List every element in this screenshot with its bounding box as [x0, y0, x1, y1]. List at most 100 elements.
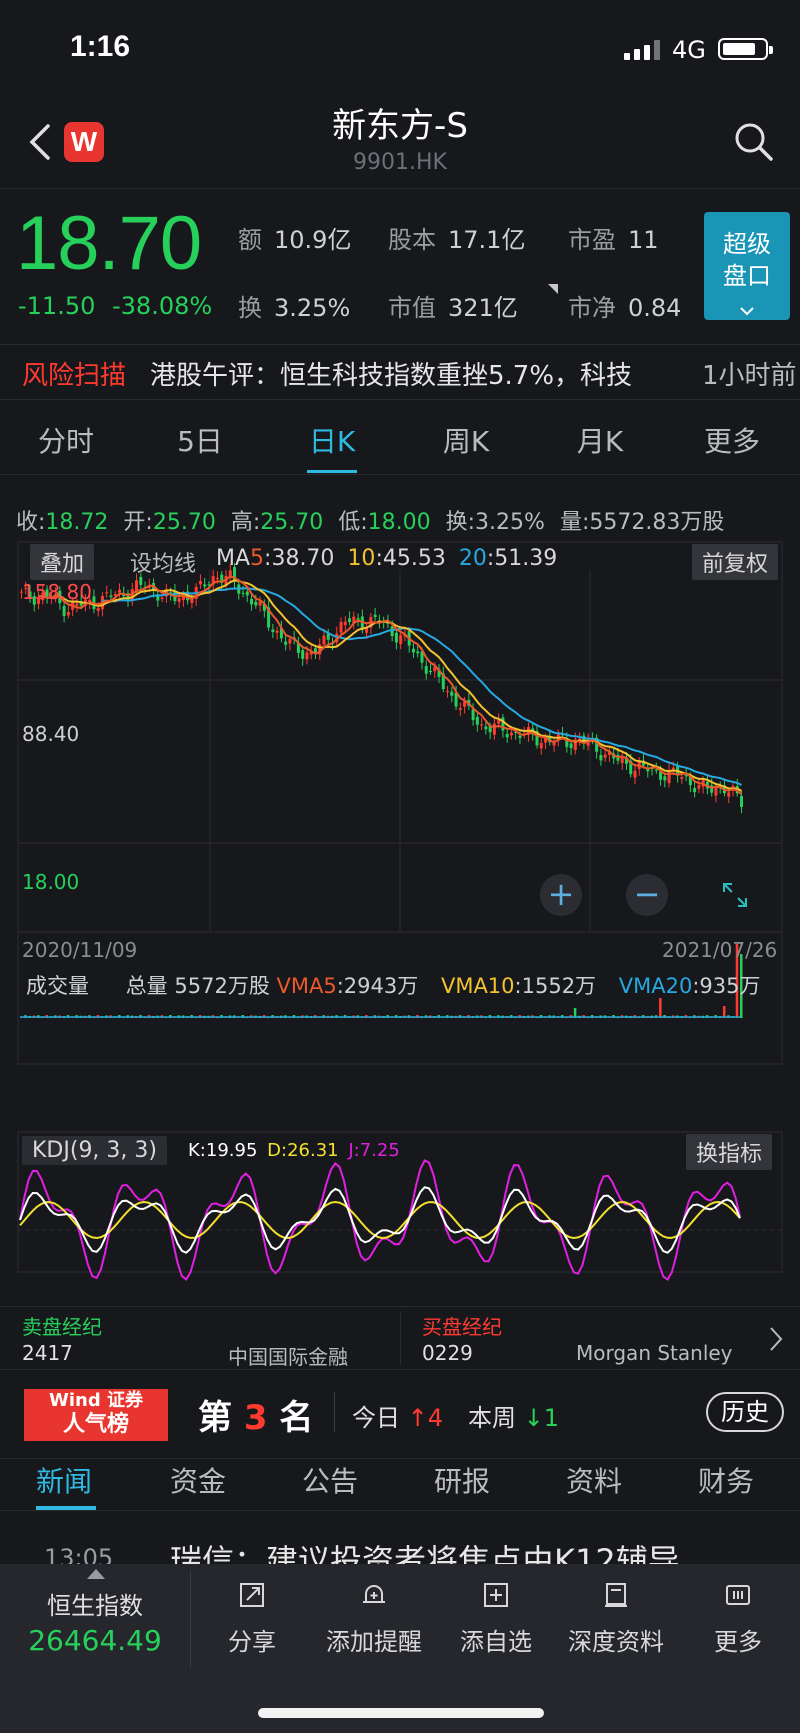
info-tabs: 新闻 资金 公告 研报 资料 财务 [0, 1460, 800, 1510]
tab-research[interactable]: 研报 [434, 1460, 490, 1500]
candle-body [663, 776, 667, 781]
candle-body [492, 723, 496, 735]
quote-shares: 股本 17.1亿 [388, 226, 526, 254]
candle-body [620, 757, 624, 763]
more-button[interactable]: 更多 [680, 1580, 796, 1657]
candle-body [288, 639, 292, 644]
candle-body [394, 632, 398, 643]
candle-body [139, 576, 143, 585]
tab-profile[interactable]: 资料 [566, 1460, 622, 1500]
zoom-out-button[interactable]: − [626, 874, 668, 916]
news-time: 1小时前 [698, 355, 797, 392]
tab-announcements[interactable]: 公告 [302, 1460, 358, 1500]
chart-tabs: 分时 5日 日K 周K 月K 更多 [0, 420, 800, 475]
candle-body [339, 621, 343, 633]
candle-body [215, 577, 219, 579]
news-headline[interactable]: 港股午评：恒生科技指数重挫5.7%，科技 [150, 355, 632, 392]
add-alert-button[interactable]: 添加提醒 [314, 1580, 434, 1657]
axis-high: 158.80 [22, 580, 92, 604]
candle-body [301, 650, 305, 659]
candle-body [458, 708, 462, 710]
signal-icon [624, 38, 660, 60]
switch-indicator-button[interactable]: 换指标 [686, 1134, 773, 1170]
quote-amount: 额 10.9亿 [238, 226, 352, 254]
candle-body [313, 648, 317, 652]
tab-daily-k[interactable]: 日K [272, 420, 392, 473]
tab-funds[interactable]: 资金 [170, 1460, 226, 1500]
candle-body [569, 743, 573, 749]
chevron-right-icon[interactable] [768, 1325, 784, 1353]
tab-news[interactable]: 新闻 [36, 1460, 92, 1500]
candle-body [714, 787, 718, 796]
candle-body [501, 717, 505, 731]
tab-monthly-k[interactable]: 月K [540, 420, 660, 460]
fullscreen-icon[interactable] [720, 880, 750, 910]
date-end: 2021/07/26 [662, 938, 778, 962]
rank-today: 今日 ↑4 [352, 1404, 444, 1432]
broker-divider [400, 1311, 401, 1365]
candle-body [659, 771, 663, 780]
tab-more[interactable]: 更多 [672, 420, 792, 460]
candle-body [241, 592, 245, 594]
last-price: 18.70 [16, 201, 202, 286]
tab-weekly-k[interactable]: 周K [406, 420, 526, 460]
sell-broker-title: 卖盘经纪 [22, 1315, 102, 1339]
candle-body [203, 584, 207, 587]
history-button[interactable]: 历史 [706, 1392, 784, 1432]
date-start: 2020/11/09 [22, 938, 138, 962]
super-panel-button[interactable]: 超级 盘口 [704, 212, 790, 320]
deep-info-button[interactable]: 深度资料 [556, 1580, 676, 1657]
battery-icon [718, 38, 773, 60]
tab-5day[interactable]: 5日 [140, 420, 260, 460]
kdj-k-line [19, 1186, 741, 1254]
candle-body [416, 651, 420, 654]
candle-body [480, 724, 484, 726]
candle-body [539, 743, 543, 749]
wind-popularity-badge[interactable]: Wind 证券 人气榜 [24, 1389, 168, 1441]
candle-body [62, 606, 66, 616]
share-button[interactable]: 分享 [192, 1580, 312, 1657]
broker-panel[interactable]: 卖盘经纪 2417 中国国际金融 买盘经纪 0229 Morgan Stanle… [0, 1306, 800, 1370]
candle-body [697, 785, 701, 789]
candle-body [475, 716, 479, 725]
news-ticker[interactable]: 风险扫描 港股午评：恒生科技指数重挫5.7%，科技 1小时前 [0, 344, 800, 400]
index-value: 26464.49 [28, 1624, 162, 1657]
candle-body [198, 580, 202, 585]
tab-financials[interactable]: 财务 [698, 1460, 754, 1500]
add-watchlist-button[interactable]: 添自选 [436, 1580, 556, 1657]
price-change: -11.50 [18, 292, 96, 320]
candle-body [424, 666, 428, 674]
axis-low: 18.00 [22, 870, 80, 894]
candle-body [245, 591, 249, 596]
candle-body [322, 635, 326, 645]
caret-up-icon[interactable] [86, 1568, 106, 1580]
candle-body [518, 735, 522, 738]
candle-body [484, 726, 488, 730]
quote-turnover: 换 3.25% [238, 294, 351, 322]
buy-broker-code: 0229 [422, 1341, 473, 1365]
search-icon[interactable] [734, 122, 774, 162]
candle-body [505, 734, 509, 738]
candle-body [275, 630, 279, 633]
status-bar: 1:16 4G [0, 0, 800, 96]
candle-body [117, 589, 121, 593]
volume-header: 成交量 总量 5572万股 VMA5:2943万 VMA10:1552万 VMA… [26, 974, 761, 998]
candle-body [399, 635, 403, 645]
candle-body [471, 709, 475, 720]
candle-body [348, 618, 352, 623]
index-name[interactable]: 恒生指数 [30, 1586, 160, 1621]
candle-body [66, 612, 70, 616]
tab-intraday[interactable]: 分时 [6, 420, 126, 460]
buy-broker-title: 买盘经纪 [422, 1315, 502, 1339]
candle-body [343, 621, 347, 626]
kdj-label[interactable]: KDJ(9, 3, 3) [22, 1136, 167, 1165]
axis-mid: 88.40 [22, 722, 80, 746]
kdj-j-line [19, 1159, 741, 1281]
zoom-in-button[interactable]: + [540, 874, 582, 916]
volume-bar [722, 1006, 726, 1018]
network-type: 4G [672, 36, 706, 64]
kline-chart[interactable] [0, 540, 800, 1296]
volume-bar [659, 998, 662, 1018]
risk-scan-tag[interactable]: 风险扫描 [22, 355, 126, 392]
share-icon [240, 1583, 264, 1607]
